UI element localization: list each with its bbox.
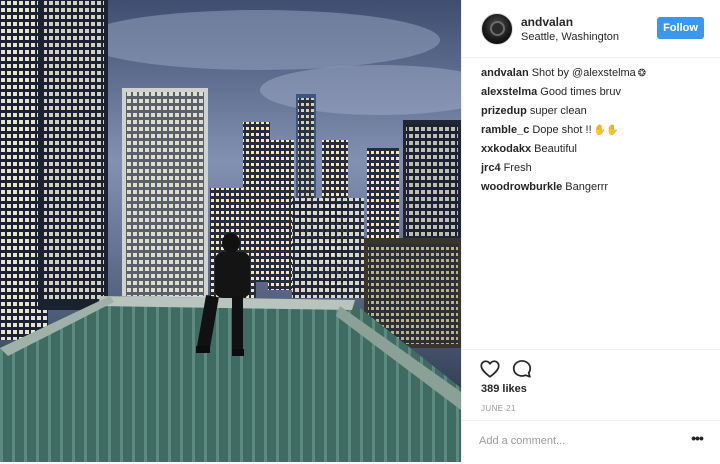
comment-text: Shot by @alexstelma <box>531 67 636 79</box>
comment-username[interactable]: alexstelma <box>481 86 537 98</box>
follow-button[interactable]: Follow <box>657 17 704 39</box>
add-comment-bar: ••• <box>462 420 720 462</box>
comments-list: andvalan Shot by @alexstelma ❂ alexstelma G… <box>481 64 711 197</box>
post-details-panel: andvalan Seattle, Washington Follow andv… <box>461 0 720 464</box>
comment-item: alexstelma Good times bruv <box>481 83 711 102</box>
comment-text: Bangerrr <box>565 181 609 193</box>
post-card: andvalan Seattle, Washington Follow andv… <box>0 0 720 464</box>
city-rooftop-scene <box>0 0 461 462</box>
emoji: ❂ <box>637 68 647 79</box>
comment-text: Dope shot !! <box>532 124 592 136</box>
comment-input[interactable] <box>479 430 679 452</box>
comment-username[interactable]: xxkodakx <box>481 143 531 155</box>
username[interactable]: andvalan <box>521 15 573 29</box>
comment-username[interactable]: jrc4 <box>481 162 501 174</box>
post-date: JUNE 21 <box>481 404 516 413</box>
location-link[interactable]: Seattle, Washington <box>521 31 619 43</box>
post-header: andvalan Seattle, Washington Follow <box>462 0 720 58</box>
action-bar <box>462 349 720 385</box>
comment-bubble-icon[interactable] <box>511 358 533 380</box>
likes-count[interactable]: 389 likes <box>481 383 527 395</box>
comment-username[interactable]: ramble_c <box>481 124 529 136</box>
emoji: ✋✋ <box>593 125 619 136</box>
comment-text: Beautiful <box>534 143 577 155</box>
comment-text: Fresh <box>503 162 532 174</box>
comment-text: super clean <box>529 105 587 117</box>
comment-item: ramble_c Dope shot !! ✋✋ <box>481 121 711 140</box>
more-options-icon[interactable]: ••• <box>688 431 706 449</box>
comment-username[interactable]: prizedup <box>481 105 527 117</box>
comment-username[interactable]: woodrowburkle <box>481 181 562 193</box>
comment-item: woodrowburkle Bangerrr <box>481 178 711 197</box>
comment-item: jrc4 Fresh <box>481 159 711 178</box>
comment-item: andvalan Shot by @alexstelma ❂ <box>481 64 711 83</box>
heart-icon[interactable] <box>479 358 501 380</box>
avatar[interactable] <box>481 13 513 45</box>
post-photo[interactable] <box>0 0 461 462</box>
comment-username[interactable]: andvalan <box>481 67 529 79</box>
comment-item: xxkodakx Beautiful <box>481 140 711 159</box>
avatar-image <box>490 21 505 36</box>
comment-item: prizedup super clean <box>481 102 711 121</box>
comment-text: Good times bruv <box>540 86 621 98</box>
